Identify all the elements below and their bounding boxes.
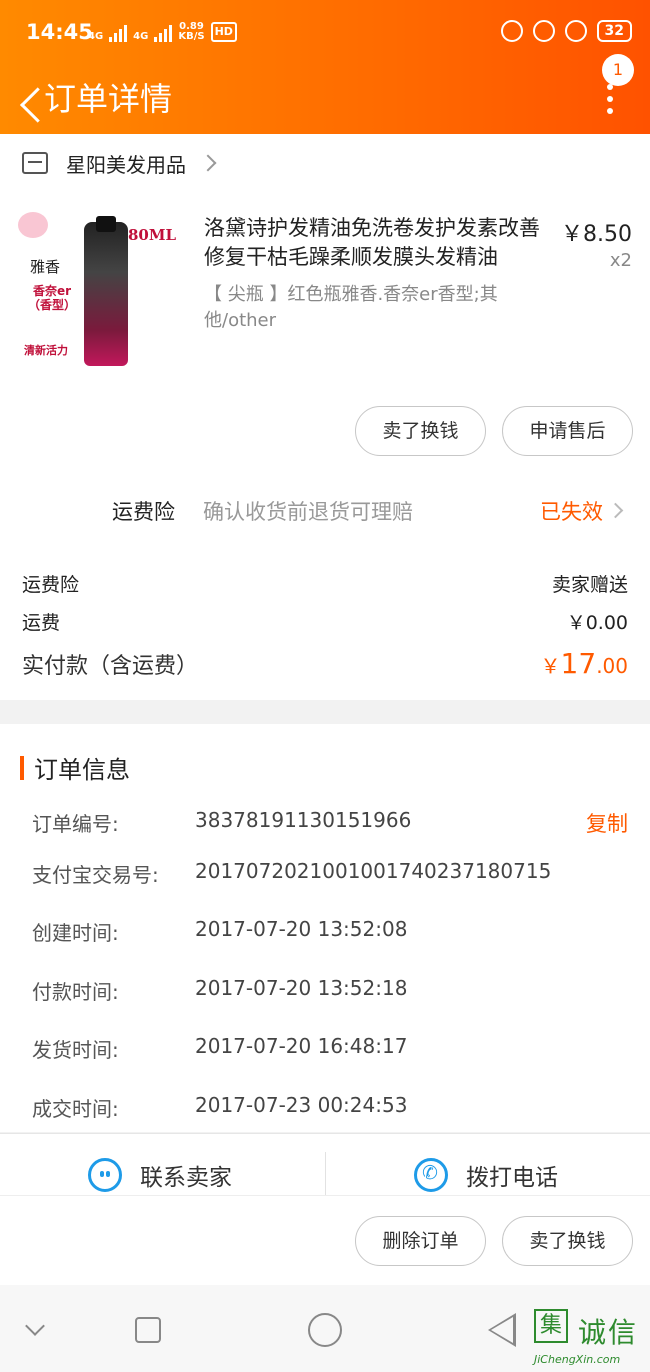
signal-bars-icon — [109, 25, 128, 42]
page-title: 订单详情 — [44, 80, 173, 118]
info-value: 2017-07-20 16:48:17 — [195, 1034, 408, 1058]
status-time: 14:45 — [26, 20, 93, 44]
fee-label: 运费险 — [22, 574, 80, 596]
alarm-icon — [564, 20, 587, 42]
watermark-box: 集 — [534, 1309, 568, 1343]
shop-link[interactable]: 星阳美发用品 — [22, 148, 217, 178]
section-accent-bar — [20, 755, 24, 780]
more-menu-icon[interactable] — [606, 84, 614, 114]
info-value: 2017-07-20 13:52:18 — [195, 976, 408, 1000]
app-header: 14:45 4G 4G 0.89 KB/S HD 32 订单详情 1 — [0, 0, 650, 134]
info-key: 订单编号: — [32, 812, 119, 836]
flower-decoration — [18, 212, 48, 238]
back-icon[interactable] — [12, 74, 42, 120]
order-card: 星阳美发用品 80ML 雅香 香奈er（香型） 清新活力 洛黛诗护发精油免洗卷发… — [0, 134, 650, 700]
nav-bar: 订单详情 — [0, 66, 650, 134]
divider — [325, 1152, 326, 1196]
shipping-insurance-label: 运费险 — [112, 500, 175, 524]
phone-icon — [414, 1158, 448, 1192]
watermark-logo: 集 诚信 JiChengXin.com — [534, 1309, 646, 1369]
notification-badge[interactable]: 1 — [602, 54, 634, 86]
signal-indicators: 4G 4G 0.89 KB/S HD — [88, 22, 237, 42]
fee-row-insurance: 运费险 卖家赠送 — [22, 570, 628, 597]
back-triangle-icon[interactable] — [488, 1313, 516, 1347]
paid-total-row: 实付款（含运费） ￥17.00 — [22, 647, 628, 680]
fee-row-shipping: 运费 ￥0.00 — [22, 608, 628, 635]
contact-bar: 联系卖家 拨打电话 — [0, 1133, 650, 1196]
section-title: 订单信息 — [34, 756, 130, 784]
info-key: 成交时间: — [32, 1097, 119, 1121]
product-image[interactable]: 80ML 雅香 香奈er（香型） 清新活力 — [18, 212, 180, 374]
product-title[interactable]: 洛黛诗护发精油免洗卷发护发素改善修复干枯毛躁柔顺发膜头发精油 — [204, 214, 554, 272]
watermark-cn: 诚信 — [578, 1316, 639, 1349]
image-line1-text: 香奈er（香型） — [27, 284, 76, 312]
sell-for-cash-button[interactable]: 卖了换钱 — [355, 406, 486, 456]
fee-value: 卖家赠送 — [551, 574, 628, 596]
lock-rotation-icon — [532, 20, 555, 42]
info-value: 2017072021001001740237180715 — [195, 859, 552, 883]
signal-label-2: 4G — [133, 31, 149, 42]
info-value: 38378191130151966 — [195, 808, 412, 832]
info-key: 发货时间: — [32, 1038, 119, 1062]
system-nav-bar: 集 诚信 JiChengXin.com — [0, 1285, 650, 1372]
info-value: 2017-07-23 00:24:53 — [195, 1093, 408, 1117]
battery-icon: 32 — [596, 20, 632, 42]
fee-value: ￥0.00 — [566, 612, 628, 634]
hide-nav-icon[interactable] — [25, 1316, 45, 1336]
shipping-insurance-desc: 确认收货前退货可理赔 — [203, 500, 413, 524]
paid-label: 实付款（含运费） — [22, 654, 199, 679]
after-sale-button[interactable]: 申请售后 — [502, 406, 633, 456]
info-key: 付款时间: — [32, 980, 119, 1004]
order-info-section: 订单信息 复制 订单编号: 38378191130151966 支付宝交易号: … — [0, 724, 650, 1132]
image-line2-text: 清新活力 — [24, 344, 68, 357]
info-key: 创建时间: — [32, 921, 119, 945]
paid-amount: ￥17.00 — [540, 647, 628, 680]
product-sku: 【 尖瓶 】红色瓶雅香.香奈er香型;其他/other — [204, 284, 498, 331]
product-price: ￥8.50 — [561, 222, 632, 247]
status-right-icons: 32 — [500, 20, 632, 42]
product-quantity: x2 — [609, 250, 632, 271]
home-icon[interactable] — [308, 1313, 342, 1347]
hd-icon: HD — [210, 22, 237, 42]
vibrate-icon — [500, 20, 523, 42]
info-key: 支付宝交易号: — [32, 863, 159, 887]
section-header: 订单信息 — [20, 750, 130, 785]
call-phone-label: 拨打电话 — [466, 1165, 558, 1191]
status-bar: 14:45 4G 4G 0.89 KB/S HD 32 — [0, 0, 650, 66]
image-scent-text: 雅香 — [30, 258, 61, 276]
signal-bars-icon — [154, 25, 173, 42]
watermark-en: JiChengXin.com — [534, 1353, 621, 1366]
copy-order-number-button[interactable]: 复制 — [586, 808, 628, 838]
signal-label-1: 4G — [88, 31, 104, 42]
shop-name: 星阳美发用品 — [66, 152, 186, 177]
fee-label: 运费 — [22, 612, 61, 634]
chat-face-icon — [88, 1158, 122, 1192]
delete-order-button[interactable]: 删除订单 — [355, 1216, 486, 1266]
bottle-graphic — [84, 216, 128, 366]
store-icon — [22, 152, 48, 174]
bottom-actions: 删除订单 卖了换钱 — [0, 1195, 650, 1285]
contact-seller-label: 联系卖家 — [140, 1165, 232, 1191]
contact-seller-button[interactable]: 联系卖家 — [88, 1158, 232, 1192]
chevron-right-icon — [199, 154, 217, 172]
shipping-insurance-status[interactable]: 已失效 — [540, 496, 603, 526]
sell-for-cash-button[interactable]: 卖了换钱 — [502, 1216, 633, 1266]
network-speed: 0.89 KB/S — [178, 21, 205, 42]
recent-apps-icon[interactable] — [135, 1317, 161, 1343]
image-volume-text: 80ML — [128, 226, 177, 244]
call-phone-button[interactable]: 拨打电话 — [414, 1158, 558, 1192]
info-value: 2017-07-20 13:52:08 — [195, 917, 408, 941]
chevron-right-icon[interactable] — [607, 502, 624, 519]
